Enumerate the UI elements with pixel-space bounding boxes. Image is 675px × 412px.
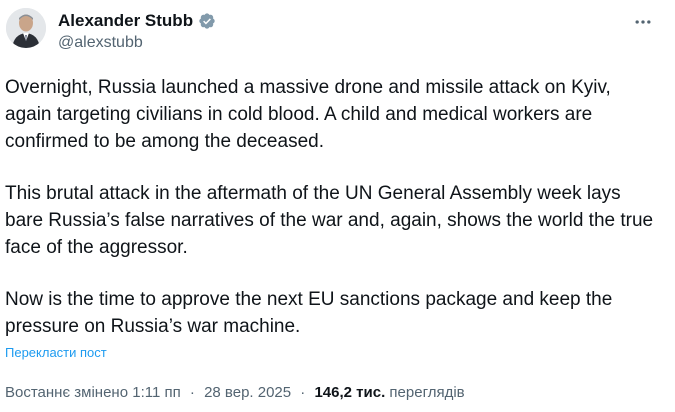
- meta-separator: ·: [300, 384, 306, 401]
- meta-separator: ·: [189, 384, 195, 401]
- author-names: Alexander Stubb @alexstubb: [58, 8, 216, 52]
- verified-badge-icon[interactable]: [198, 12, 216, 30]
- display-name-row: Alexander Stubb: [58, 10, 216, 32]
- post-paragraph: Now is the time to approve the next EU s…: [5, 289, 613, 337]
- post: Alexander Stubb @alexstubb Overnight, Ru…: [0, 0, 675, 412]
- post-date[interactable]: 28 вер. 2025: [204, 384, 291, 401]
- handle[interactable]: @alexstubb: [58, 34, 216, 52]
- views-label: переглядів: [389, 384, 465, 401]
- views-count: 146,2 тис.: [314, 384, 386, 401]
- more-options-icon[interactable]: [631, 10, 655, 34]
- display-name[interactable]: Alexander Stubb: [58, 11, 193, 31]
- post-paragraph: Overnight, Russia launched a massive dro…: [5, 77, 611, 152]
- avatar[interactable]: [6, 8, 46, 48]
- post-time[interactable]: 1:11 пп: [132, 384, 181, 401]
- edited-label[interactable]: Востаннє змінено: [5, 384, 128, 401]
- post-text: Overnight, Russia launched a massive dro…: [5, 74, 655, 340]
- post-header: Alexander Stubb @alexstubb: [6, 8, 216, 52]
- post-meta: Востаннє змінено 1:11 пп · 28 вер. 2025 …: [5, 384, 465, 401]
- translate-post-link[interactable]: Перекласти пост: [5, 345, 107, 360]
- post-paragraph: This brutal attack in the aftermath of t…: [5, 183, 654, 258]
